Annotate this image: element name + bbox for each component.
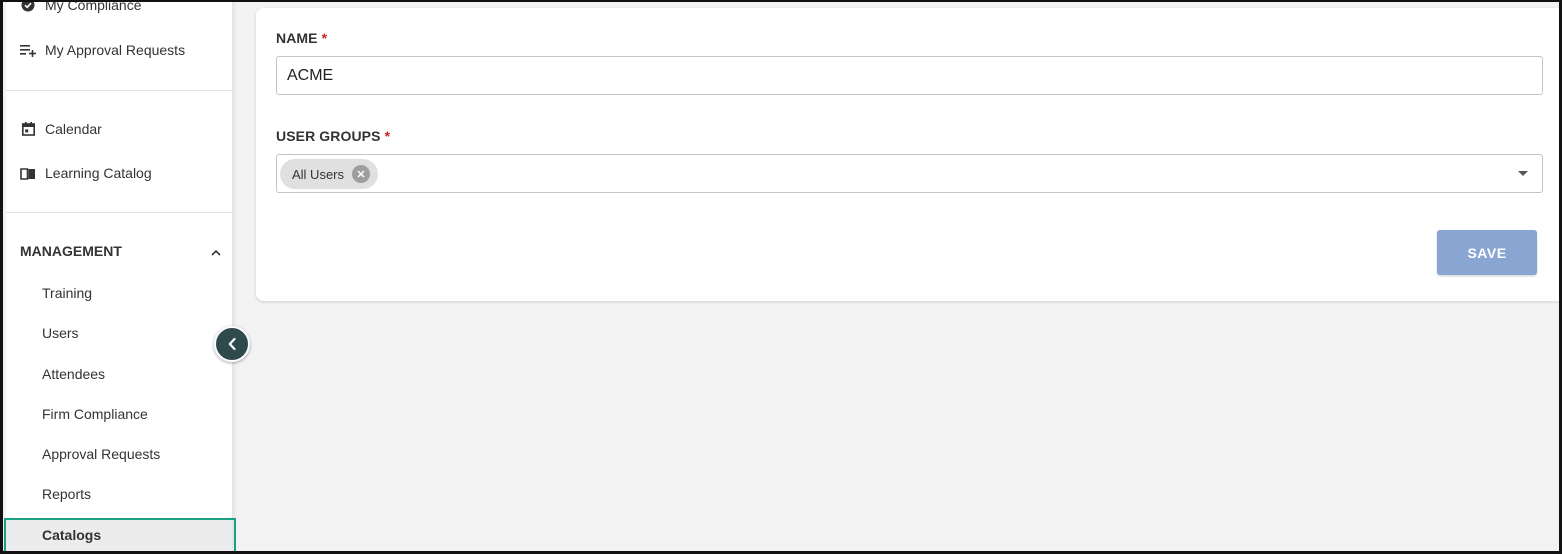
- user-groups-label: USER GROUPS *: [276, 128, 391, 144]
- calendar-icon: [20, 121, 36, 137]
- chevron-up-icon: [211, 243, 221, 259]
- nav-item-my-approval-requests[interactable]: My Approval Requests: [6, 34, 232, 66]
- divider: [6, 212, 232, 213]
- sidebar-item-catalogs[interactable]: Catalogs: [6, 519, 232, 551]
- sidebar-item-label: Approval Requests: [42, 446, 161, 462]
- sidebar-item-label: Users: [42, 325, 79, 341]
- sidebar-item-firm-compliance[interactable]: Firm Compliance: [6, 398, 232, 430]
- sidebar-item-attendees[interactable]: Attendees: [6, 358, 232, 390]
- required-mark: *: [384, 128, 391, 144]
- nav-item-calendar[interactable]: Calendar: [6, 113, 232, 145]
- sidebar-item-approval-requests[interactable]: Approval Requests: [6, 438, 232, 470]
- sidebar-item-label: Training: [42, 285, 93, 301]
- chip-label: All Users: [292, 166, 345, 182]
- sidebar-item-label: Attendees: [42, 366, 106, 382]
- management-section-header[interactable]: MANAGEMENT: [6, 236, 232, 266]
- sidebar-item-training[interactable]: Training: [6, 277, 232, 309]
- catalog-form-card: NAME* USER GROUPS* All Users SAVE: [256, 8, 1562, 301]
- nav-item-label: My Compliance: [45, 0, 142, 13]
- nav-item-label: My Approval Requests: [45, 42, 186, 58]
- sidebar-item-reports[interactable]: Reports: [6, 478, 232, 510]
- sidebar-item-label: Firm Compliance: [42, 406, 148, 422]
- save-button[interactable]: SAVE: [1437, 230, 1537, 275]
- divider: [6, 90, 232, 91]
- playlist-add-icon: [20, 42, 36, 58]
- dropdown-arrow-icon[interactable]: [1518, 171, 1528, 176]
- nav-item-my-compliance[interactable]: My Compliance: [6, 0, 232, 21]
- verified-check-icon: [20, 0, 36, 13]
- sidebar: My Compliance My Approval Requests Calen…: [6, 0, 233, 554]
- sidebar-item-label: Reports: [42, 486, 92, 502]
- required-mark: *: [321, 30, 328, 46]
- user-group-chip: All Users: [280, 159, 379, 189]
- name-input[interactable]: [276, 56, 1543, 95]
- remove-chip-icon[interactable]: [352, 165, 371, 183]
- nav-item-learning-catalog[interactable]: Learning Catalog: [6, 157, 232, 189]
- sidebar-item-users[interactable]: Users: [6, 317, 232, 349]
- book-icon: [20, 165, 36, 181]
- collapse-sidebar-button[interactable]: [214, 326, 250, 362]
- management-title: MANAGEMENT: [20, 243, 122, 259]
- sidebar-item-label: Catalogs: [42, 527, 102, 543]
- nav-item-label: Learning Catalog: [45, 165, 152, 181]
- nav-item-label: Calendar: [45, 121, 102, 137]
- chevron-left-icon: [228, 338, 236, 350]
- name-label: NAME *: [276, 30, 328, 46]
- user-groups-select[interactable]: All Users: [276, 154, 1543, 193]
